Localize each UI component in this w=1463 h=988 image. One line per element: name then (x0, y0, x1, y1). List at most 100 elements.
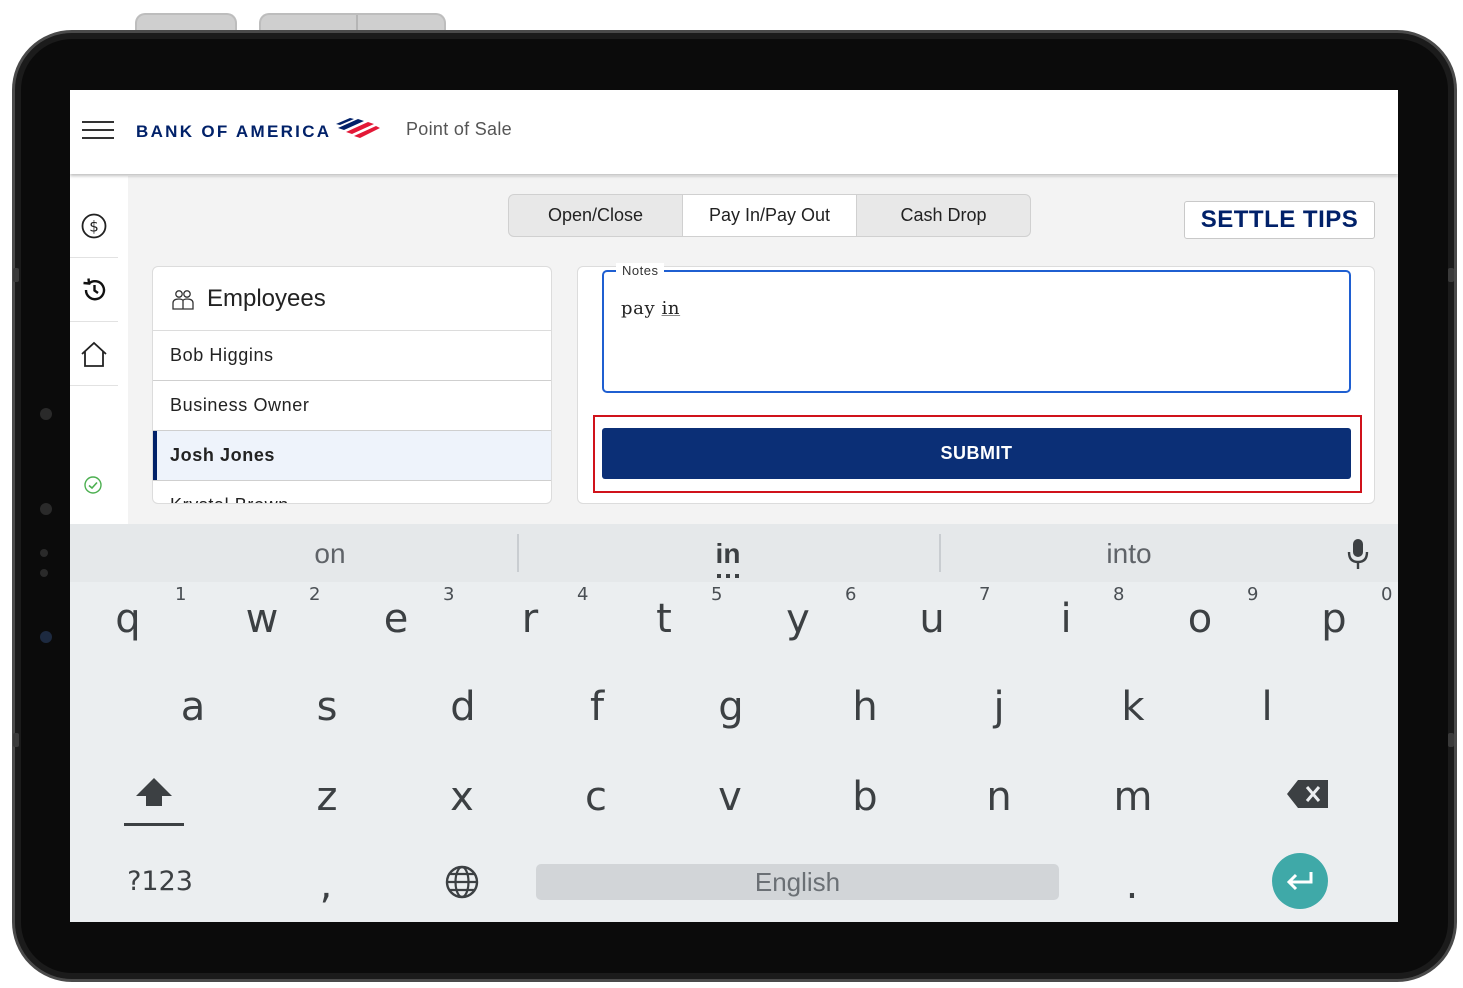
dollar-icon: $ (81, 213, 107, 238)
settle-tips-button[interactable]: SETTLE TIPS (1184, 201, 1375, 239)
key-m[interactable]: m (1109, 774, 1157, 820)
boa-flag-logo (336, 118, 380, 138)
brand-name: BANK OF AMERICA (136, 122, 332, 141)
pay-in-form: Notes pay in SUBMIT (577, 263, 1375, 504)
submit-button[interactable]: SUBMIT (602, 428, 1351, 479)
key-y[interactable]: y (774, 596, 822, 642)
backspace-key[interactable] (1286, 778, 1330, 810)
device-camera (40, 503, 52, 515)
device-edge-mark (1448, 268, 1454, 282)
key-t[interactable]: t (640, 596, 688, 642)
tab-pay-in-pay-out[interactable]: Pay In/Pay Out (683, 195, 857, 236)
key-i[interactable]: i (1042, 596, 1090, 642)
backspace-icon (1287, 780, 1328, 808)
side-rail: $ (70, 176, 128, 524)
employee-row[interactable]: Bob Higgins (153, 331, 551, 381)
employee-row[interactable]: Krystal Brown (153, 481, 551, 503)
rail-history-button[interactable] (70, 258, 118, 322)
menu-icon[interactable] (82, 119, 116, 141)
key-w[interactable]: w (238, 596, 286, 642)
employees-title: Employees (207, 284, 326, 312)
suggestion-left[interactable]: on (270, 538, 390, 570)
key-hint: 2 (309, 584, 321, 605)
app-screen: BANK OF AMERICA Point of Sale $ Open/Clo… (70, 90, 1398, 922)
check-circle-icon (84, 476, 102, 494)
key-hint: 5 (711, 584, 723, 605)
shift-icon (124, 778, 184, 826)
svg-text:$: $ (89, 217, 99, 235)
key-hint: 3 (443, 584, 455, 605)
main-content: $ Open/Close Pay In/Pay Out Cash Drop SE… (70, 176, 1398, 524)
enter-key[interactable] (1272, 853, 1328, 909)
mode-tabs: Open/Close Pay In/Pay Out Cash Drop (508, 194, 1031, 237)
employee-row-selected[interactable]: Josh Jones (153, 431, 551, 481)
employees-panel: Employees Bob Higgins Business Owner Jos… (152, 266, 552, 504)
notes-value: pay in (621, 298, 680, 319)
rail-cash-button[interactable]: $ (70, 194, 118, 258)
key-j[interactable]: j (975, 684, 1023, 730)
key-q[interactable]: q (104, 596, 152, 642)
suggestion-right[interactable]: into (1069, 538, 1189, 570)
key-comma[interactable]: , (306, 862, 346, 908)
key-g[interactable]: g (707, 684, 755, 730)
device-edge-mark (1448, 733, 1454, 747)
key-v[interactable]: v (706, 774, 754, 820)
space-key[interactable]: English (536, 864, 1059, 900)
suggestion-divider (939, 534, 941, 572)
key-e[interactable]: e (372, 596, 420, 642)
key-hint: 6 (845, 584, 857, 605)
device-sensor-small (40, 549, 48, 557)
globe-icon (445, 865, 479, 899)
history-icon (83, 277, 106, 300)
page-title: Point of Sale (406, 119, 512, 139)
key-d[interactable]: d (439, 684, 487, 730)
key-h[interactable]: h (841, 684, 889, 730)
employees-header: Employees (153, 267, 551, 331)
key-o[interactable]: o (1176, 596, 1224, 642)
suggestion-center[interactable]: in (668, 538, 788, 570)
key-k[interactable]: k (1109, 684, 1157, 730)
key-s[interactable]: s (303, 684, 351, 730)
key-period[interactable]: . (1112, 862, 1152, 908)
key-r[interactable]: r (506, 596, 554, 642)
key-a[interactable]: a (169, 684, 217, 730)
symbols-key[interactable]: ?123 (120, 866, 200, 897)
key-hint: 8 (1113, 584, 1125, 605)
key-c[interactable]: c (572, 774, 620, 820)
rail-home-button[interactable] (70, 322, 118, 386)
device-sensor-small (40, 569, 48, 577)
employee-row[interactable]: Business Owner (153, 381, 551, 431)
key-p[interactable]: p (1310, 596, 1358, 642)
mic-icon[interactable] (1346, 538, 1370, 570)
key-f[interactable]: f (573, 684, 621, 730)
suggestion-bar: on in into (70, 524, 1398, 582)
device-light (40, 631, 52, 643)
suggestion-more-dots (717, 574, 741, 578)
notes-word-composing: in (661, 298, 681, 319)
notes-label: Notes (616, 263, 665, 278)
key-hint: 7 (979, 584, 991, 605)
key-hint: 4 (577, 584, 589, 605)
language-key[interactable] (444, 864, 480, 900)
key-n[interactable]: n (975, 774, 1023, 820)
key-x[interactable]: x (438, 774, 486, 820)
notes-word: pay (621, 298, 656, 319)
key-u[interactable]: u (908, 596, 956, 642)
device-sensor (40, 408, 52, 420)
key-b[interactable]: b (841, 774, 889, 820)
tab-open-close[interactable]: Open/Close (509, 195, 683, 236)
enter-icon (1286, 872, 1313, 891)
home-icon (81, 341, 107, 367)
tab-cash-drop[interactable]: Cash Drop (857, 195, 1030, 236)
shift-key[interactable] (124, 764, 184, 830)
key-hint: 1 (175, 584, 187, 605)
employees-icon (172, 289, 194, 310)
device-edge-mark (13, 733, 19, 747)
key-z[interactable]: z (303, 774, 351, 820)
suggestion-divider (517, 534, 519, 572)
key-hint: 0 (1381, 584, 1393, 605)
key-l[interactable]: l (1243, 684, 1291, 730)
notes-field[interactable]: Notes pay in (602, 263, 1351, 393)
app-header: BANK OF AMERICA Point of Sale (70, 90, 1398, 174)
key-hint: 9 (1247, 584, 1259, 605)
